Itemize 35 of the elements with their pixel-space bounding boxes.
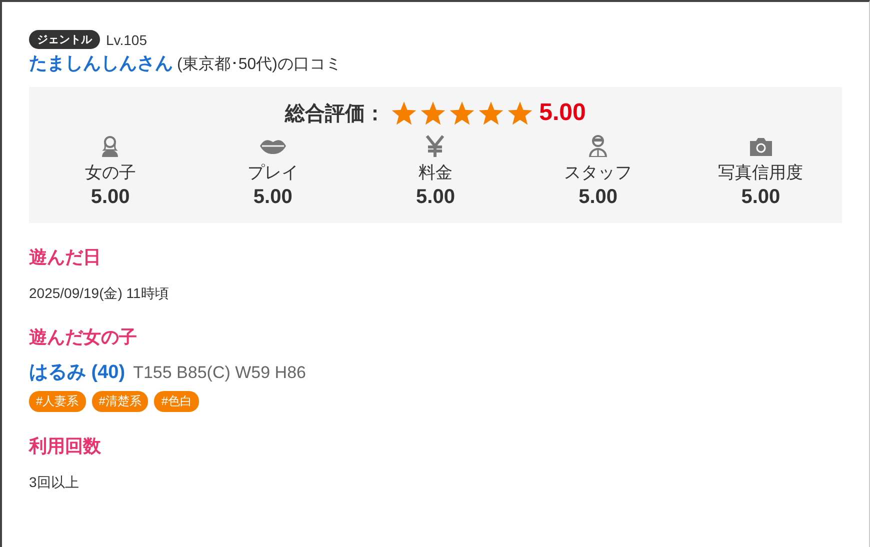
star-icon — [420, 100, 446, 126]
star-icon — [507, 100, 534, 126]
camera-icon — [748, 135, 773, 157]
reviewer-info: (東京都･50代)の口コミ — [177, 54, 342, 75]
man-icon — [588, 135, 608, 157]
overall-score: 5.00 — [539, 99, 586, 127]
category-score: 5.00 — [253, 186, 292, 209]
category-label: 写真信用度 — [718, 162, 804, 184]
section-heading: 利用回数 — [29, 435, 102, 458]
tag[interactable]: #清楚系 — [92, 391, 148, 412]
yen-icon — [425, 135, 446, 157]
category-score: 5.00 — [416, 186, 455, 209]
star-icon — [478, 100, 504, 126]
category-label: プレイ — [247, 162, 298, 184]
category-label: スタッフ — [564, 162, 632, 184]
section-text: 2025/09/19(金) 11時頃 — [29, 285, 170, 303]
star-icon — [391, 100, 418, 126]
section-text: 3回以上 — [29, 474, 80, 492]
section-heading: 遊んだ女の子 — [29, 326, 138, 349]
category-score: 5.00 — [578, 186, 618, 209]
category-label: 女の子 — [84, 162, 136, 184]
category-score: 5.00 — [741, 186, 780, 209]
level-text: Lv.105 — [106, 32, 147, 48]
rank-badge: ジェントル — [29, 30, 100, 49]
reviewer-name-link[interactable]: たましんしんさん — [29, 51, 173, 75]
tag[interactable]: #人妻系 — [29, 391, 86, 412]
girl-name-link[interactable]: はるみ (40) — [29, 359, 126, 385]
overall-label: 総合評価： — [285, 102, 386, 126]
woman-icon — [100, 135, 120, 157]
category-label: 料金 — [418, 162, 452, 184]
star-icon — [449, 100, 476, 126]
section-heading: 遊んだ日 — [29, 246, 102, 269]
girl-measurements: T155 B85(C) W59 H86 — [133, 363, 306, 383]
tag[interactable]: #色白 — [154, 391, 200, 412]
category-score: 5.00 — [90, 186, 130, 209]
